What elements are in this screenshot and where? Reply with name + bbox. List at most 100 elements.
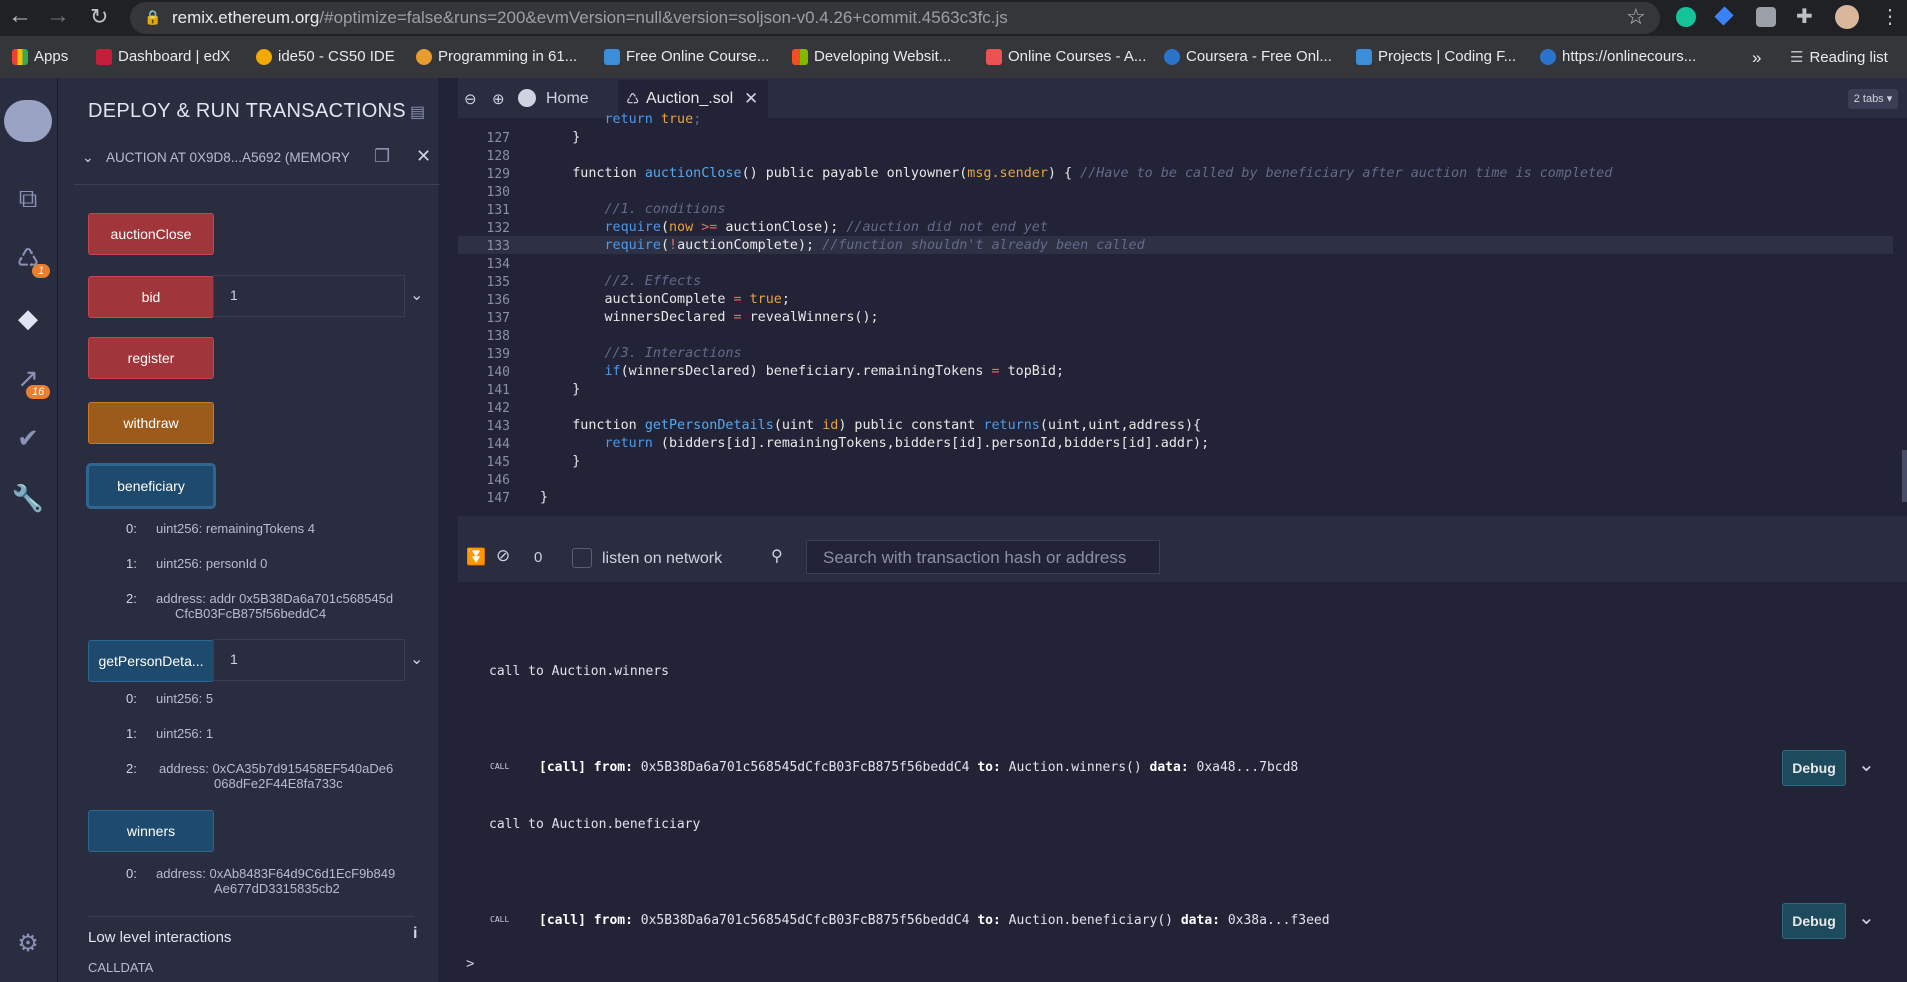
bookmark-apps[interactable]: Apps: [12, 48, 68, 65]
zoom-out-icon[interactable]: ⊖: [464, 90, 477, 108]
getpersondetails-button[interactable]: getPersonDeta...: [88, 640, 214, 682]
winners-button[interactable]: winners: [88, 810, 214, 852]
line-number: 147: [486, 491, 510, 506]
bid-button[interactable]: bid: [88, 276, 214, 318]
line-number: 136: [486, 293, 510, 308]
terminal-prompt[interactable]: >: [466, 956, 474, 972]
clear-console-icon[interactable]: ⊘: [496, 546, 510, 566]
lock-icon: 🔒: [144, 9, 162, 25]
line-number: 138: [486, 329, 510, 344]
output-value-cont: 068dFe2F44E8fa733c: [214, 776, 343, 791]
forward-icon[interactable]: →: [46, 2, 70, 30]
code-line: auctionComplete = true;: [540, 292, 790, 307]
tab-close-icon[interactable]: ✕: [744, 89, 758, 109]
call-line[interactable]: [call] from: 0x5B38Da6a701c568545dCfcB03…: [539, 913, 1330, 928]
terminal-resize-bar[interactable]: [458, 516, 1907, 536]
getpersondetails-input[interactable]: 1: [213, 639, 405, 681]
chevron-down-icon[interactable]: ⌄: [410, 285, 423, 305]
call-tag: CALL: [490, 915, 510, 924]
close-icon[interactable]: ✕: [416, 146, 431, 167]
code-line: //1. conditions: [604, 202, 726, 217]
bookmark-online-courses[interactable]: Online Courses - A...: [986, 48, 1146, 65]
line-number: 131: [486, 203, 510, 218]
menu-kebab-icon[interactable]: ⋮: [1880, 4, 1900, 29]
reading-list[interactable]: ☰ Reading list: [1790, 48, 1888, 67]
output-value: uint256: 5: [156, 691, 214, 706]
grammarly-icon[interactable]: [1676, 7, 1696, 27]
code-line: require(!auctionComplete); //function sh…: [604, 238, 1145, 253]
debug-button[interactable]: Debug: [1782, 750, 1846, 786]
bookmark-label: Free Online Course...: [626, 48, 770, 65]
tabs-count-dropdown[interactable]: 2 tabs ▾: [1848, 89, 1898, 109]
tab-home[interactable]: Home: [546, 90, 589, 108]
bookmark-onlinecourses[interactable]: https://onlinecours...: [1540, 48, 1696, 65]
extensions-puzzle-icon[interactable]: ✚: [1796, 4, 1813, 29]
call-tag: CALL: [490, 762, 510, 771]
editor-scrollbar[interactable]: [1902, 450, 1907, 502]
extension-icon[interactable]: [1756, 7, 1776, 27]
code-line: require(now >= auctionClose); //auction …: [604, 220, 1048, 235]
bookmark-cs50[interactable]: ide50 - CS50 IDE: [256, 48, 395, 65]
analysis-badge: 16: [26, 385, 51, 399]
line-number: 134: [486, 257, 510, 272]
compiler-badge: 1: [32, 264, 51, 278]
reload-icon[interactable]: ↻: [90, 4, 108, 30]
output-index: 2:: [126, 761, 137, 776]
instance-label: AUCTION AT 0X9D8...A5692 (MEMORY: [106, 150, 350, 165]
reading-list-icon: ☰: [1790, 49, 1804, 66]
tab-auction-sol[interactable]: Auction_.sol: [646, 90, 733, 108]
reading-list-label: Reading list: [1809, 48, 1888, 66]
file-explorer-icon[interactable]: ⧉: [10, 180, 46, 216]
line-number: 142: [486, 401, 510, 416]
chevron-down-icon[interactable]: ⌄: [410, 649, 423, 669]
bookmark-label: ide50 - CS50 IDE: [278, 48, 395, 65]
chevron-down-icon[interactable]: ⌄: [1858, 752, 1875, 777]
code-line: }: [540, 130, 581, 145]
bookmarks-more[interactable]: »: [1752, 48, 1761, 68]
remix-logo-icon[interactable]: [4, 100, 52, 142]
output-value: uint256: 1: [156, 726, 214, 741]
bookmark-edx[interactable]: Dashboard | edX: [96, 48, 230, 65]
collapse-terminal-icon[interactable]: ⏬: [466, 547, 486, 567]
bookmark-programming[interactable]: Programming in 61...: [416, 48, 577, 65]
bookmark-free-online-course[interactable]: Free Online Course...: [604, 48, 769, 65]
coursera-icon: [1164, 48, 1180, 65]
withdraw-button[interactable]: withdraw: [88, 402, 214, 444]
testing-check-icon[interactable]: ✔: [10, 420, 46, 456]
apps-grid-icon: [12, 48, 28, 65]
docs-book-icon[interactable]: ▤: [410, 102, 425, 122]
home-remix-icon: [518, 89, 536, 107]
back-icon[interactable]: ←: [8, 2, 32, 30]
bookmark-label: Apps: [34, 48, 69, 65]
line-number: 133: [486, 239, 510, 254]
bookmark-coursera[interactable]: Coursera - Free Onl...: [1164, 48, 1332, 65]
call-line[interactable]: [call] from: 0x5B38Da6a701c568545dCfcB03…: [539, 760, 1298, 775]
line-number: 130: [486, 185, 510, 200]
bookmark-developing-websites[interactable]: Developing Websit...: [792, 48, 951, 65]
bookmark-label: Dashboard | edX: [118, 48, 231, 65]
bookmark-star-icon[interactable]: ☆: [1626, 4, 1646, 30]
call-title: call to Auction.beneficiary: [489, 817, 701, 832]
settings-gear-icon[interactable]: ⚙: [10, 926, 46, 962]
chevron-down-icon[interactable]: ⌄: [82, 149, 94, 166]
bookmark-label: Developing Websit...: [814, 48, 952, 65]
solidity-file-icon: ♺: [626, 91, 640, 108]
code-line: //3. Interactions: [604, 346, 742, 361]
search-placeholder: Search with transaction hash or address: [823, 548, 1127, 567]
copy-icon[interactable]: ❐: [374, 146, 390, 167]
plugin-manager-icon[interactable]: 🔧: [10, 480, 46, 516]
profile-avatar[interactable]: [1835, 5, 1859, 29]
auctionclose-button[interactable]: auctionClose: [88, 213, 214, 255]
debug-button[interactable]: Debug: [1782, 903, 1846, 939]
deploy-run-icon[interactable]: ◆: [10, 300, 46, 336]
info-icon[interactable]: i: [413, 925, 417, 943]
zoom-in-icon[interactable]: ⊕: [492, 90, 505, 108]
bid-input[interactable]: 1: [213, 275, 405, 317]
edx-icon: [96, 48, 112, 65]
output-index: 0:: [126, 691, 137, 706]
register-button[interactable]: register: [88, 337, 214, 379]
beneficiary-button[interactable]: beneficiary: [88, 465, 214, 507]
chevron-down-icon[interactable]: ⌄: [1858, 905, 1875, 930]
bookmark-projects[interactable]: Projects | Coding F...: [1356, 48, 1516, 65]
listen-checkbox[interactable]: [572, 548, 592, 568]
